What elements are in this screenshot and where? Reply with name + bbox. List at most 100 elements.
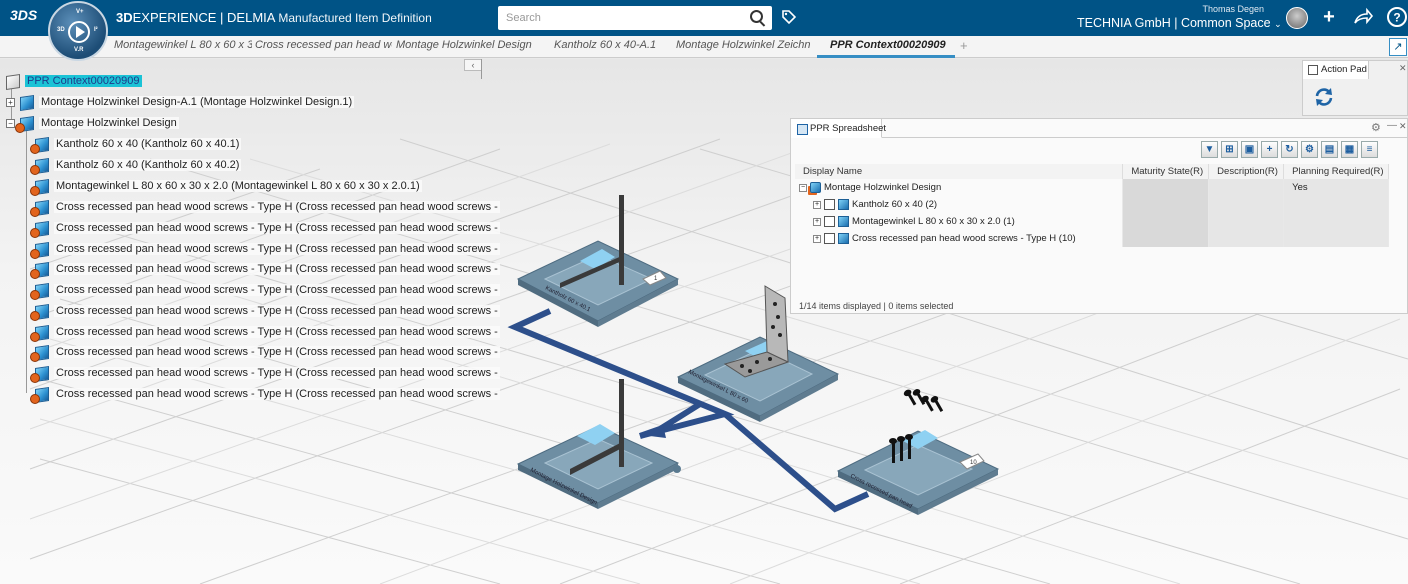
tree-node[interactable]: Cross recessed pan head wood screws - Ty… [30, 218, 500, 238]
tree-collapse-icon[interactable]: − [6, 119, 15, 128]
minimize-icon[interactable]: — [1387, 120, 1397, 131]
add-tab-icon[interactable]: + [960, 38, 968, 53]
expand-icon[interactable]: + [813, 200, 821, 209]
close-icon[interactable]: ✕ [1399, 121, 1407, 132]
product-icon [19, 95, 33, 109]
table-row[interactable]: + Cross recessed pan head wood screws - … [795, 230, 1389, 247]
tree-node[interactable]: Cross recessed pan head wood screws - Ty… [30, 239, 500, 259]
mfg-item-icon [30, 325, 48, 342]
tree-node[interactable]: Cross recessed pan head wood screws - Ty… [30, 280, 500, 300]
action-pad-title[interactable]: Action Pad [1303, 61, 1369, 79]
tag-icon[interactable] [781, 9, 797, 25]
tree-node[interactable]: Montage Holzwinkel Design [15, 113, 179, 133]
table-row[interactable]: − Montage Holzwinkel Design Yes [795, 179, 1389, 196]
row-name: Kantholz 60 x 40 (2) [852, 199, 938, 210]
tree-expand-icon[interactable]: + [6, 98, 15, 107]
planning-cell[interactable] [1283, 230, 1389, 247]
expand-icon[interactable]: + [813, 234, 821, 243]
brand-bold: 3D [116, 10, 133, 25]
tree-node-label: Montage Holzwinkel Design-A.1 (Montage H… [39, 96, 355, 108]
refresh-icon[interactable]: ↻ [1281, 141, 1298, 158]
search-icon[interactable] [750, 10, 763, 23]
export-icon[interactable]: ▦ [1341, 141, 1358, 158]
column-header[interactable]: Maturity State(R) [1122, 164, 1210, 179]
tree-node[interactable]: Kantholz 60 x 40 (Kantholz 60 x 40.2) [30, 155, 242, 175]
maturity-cell[interactable] [1122, 230, 1210, 247]
link-icon [824, 233, 835, 244]
tree-node[interactable]: Cross recessed pan head wood screws - Ty… [30, 197, 500, 217]
description-cell[interactable] [1208, 230, 1285, 247]
planning-cell[interactable]: Yes [1283, 179, 1389, 196]
tree-node[interactable]: Cross recessed pan head wood screws - Ty… [30, 322, 500, 342]
close-icon[interactable]: ✕ [1399, 63, 1407, 74]
app-title: 3DEXPERIENCE | DELMIA Manufactured Item … [116, 10, 432, 25]
mfg-assembly-icon [15, 116, 33, 133]
column-header[interactable]: Planning Required(R) [1283, 164, 1389, 179]
collapse-icon[interactable]: − [799, 183, 807, 192]
tree-node[interactable]: Montagewinkel L 80 x 60 x 30 x 2.0 (Mont… [30, 176, 422, 196]
chevron-down-icon: ⌄ [1274, 19, 1282, 29]
top-bar: 3DS 3DEXPERIENCE | DELMIA Manufactured I… [0, 0, 1408, 36]
description-cell[interactable] [1208, 213, 1285, 230]
description-cell[interactable] [1208, 179, 1285, 196]
tab-cross-recessed[interactable]: Cross recessed pan head wo [255, 39, 392, 51]
planning-cell[interactable] [1283, 196, 1389, 213]
gear-icon[interactable]: ⚙ [1371, 121, 1381, 134]
add-icon[interactable]: + [1318, 6, 1340, 28]
tab-montagewinkel[interactable]: Montagewinkel L 80 x 60 x 3 [114, 39, 252, 51]
table-row[interactable]: + Montagewinkel L 80 x 60 x 30 x 2.0 (1) [795, 213, 1389, 230]
row-name: Montage Holzwinkel Design [824, 182, 942, 193]
mfg-item-icon [30, 179, 48, 196]
tree-node[interactable]: Cross recessed pan head wood screws - Ty… [30, 342, 500, 362]
module-name: Manufactured Item Definition [278, 11, 432, 25]
add-icon[interactable]: + [1261, 141, 1278, 158]
tree-node-label: Montagewinkel L 80 x 60 x 30 x 2.0 (Mont… [54, 180, 422, 192]
description-cell[interactable] [1208, 196, 1285, 213]
tab-montage-design[interactable]: Montage Holzwinkel Design [396, 39, 534, 51]
tree-node[interactable]: Cross recessed pan head wood screws - Ty… [30, 363, 500, 383]
ds-logo[interactable]: 3DS [10, 7, 42, 29]
document-icon[interactable]: ▤ [1321, 141, 1338, 158]
mfg-item-icon [30, 221, 48, 238]
column-header[interactable]: Description(R) [1208, 164, 1285, 179]
search-input[interactable] [498, 6, 772, 30]
column-header[interactable]: Display Name [795, 164, 1124, 179]
board-design[interactable]: Montage Holzwinkel Design [516, 379, 681, 509]
tree-node[interactable]: Cross recessed pan head wood screws - Ty… [30, 384, 500, 404]
settings-icon[interactable]: ⚙ [1301, 141, 1318, 158]
planning-cell[interactable] [1283, 213, 1389, 230]
avatar[interactable] [1286, 7, 1308, 29]
menu-icon[interactable]: ≡ [1361, 141, 1378, 158]
tab-ppr-context[interactable]: PPR Context00020909 [830, 39, 955, 51]
filter-icon[interactable]: ▼ [1201, 141, 1218, 158]
tree-node[interactable]: Montage Holzwinkel Design-A.1 (Montage H… [19, 92, 355, 112]
tree-node-label: Cross recessed pan head wood screws - Ty… [54, 243, 500, 255]
tree-node[interactable]: Cross recessed pan head wood screws - Ty… [30, 301, 500, 321]
insert-item-icon[interactable]: ▣ [1241, 141, 1258, 158]
compass-icon[interactable]: V+ 3D I² V.R [48, 1, 108, 61]
refresh-icon[interactable] [1313, 86, 1335, 108]
tab-kantholz[interactable]: Kantholz 60 x 40-A.1 [554, 39, 664, 51]
collab-space-selector[interactable]: TECHNIA GmbH | Common Space ⌄ [1077, 16, 1282, 30]
link-icon [824, 216, 835, 227]
tree-collapse-button[interactable]: ‹ [464, 59, 482, 71]
board-kantholz[interactable]: 1 Kantholz 60 x 40.1 [516, 195, 680, 327]
maturity-cell[interactable] [1122, 179, 1210, 196]
compass-left-label: 3D [57, 27, 65, 33]
fullscreen-icon[interactable]: ↗ [1389, 38, 1407, 56]
tree-node[interactable]: Cross recessed pan head wood screws - Ty… [30, 259, 500, 279]
edit-table-icon[interactable]: ⊞ [1221, 141, 1238, 158]
tab-montage-zeichnung[interactable]: Montage Holzwinkel Zeichn [676, 39, 810, 51]
ppr-spreadsheet-panel: PPR Spreadsheet ⚙ — ✕ ▼ ⊞ ▣ + ↻ ⚙ ▤ ▦ ≡ … [790, 118, 1408, 314]
maturity-cell[interactable] [1122, 213, 1210, 230]
maturity-cell[interactable] [1122, 196, 1210, 213]
share-icon[interactable] [1352, 6, 1374, 28]
board-badge: 10 [970, 460, 977, 466]
spreadsheet-tab[interactable]: PPR Spreadsheet [791, 119, 886, 138]
expand-icon[interactable]: + [813, 217, 821, 226]
table-row[interactable]: + Kantholz 60 x 40 (2) [795, 196, 1389, 213]
tree-root[interactable]: PPR Context00020909 [5, 71, 142, 91]
tree-node-label: Cross recessed pan head wood screws - Ty… [54, 284, 500, 296]
help-icon[interactable]: ? [1386, 6, 1408, 28]
tree-node[interactable]: Kantholz 60 x 40 (Kantholz 60 x 40.1) [30, 134, 242, 154]
